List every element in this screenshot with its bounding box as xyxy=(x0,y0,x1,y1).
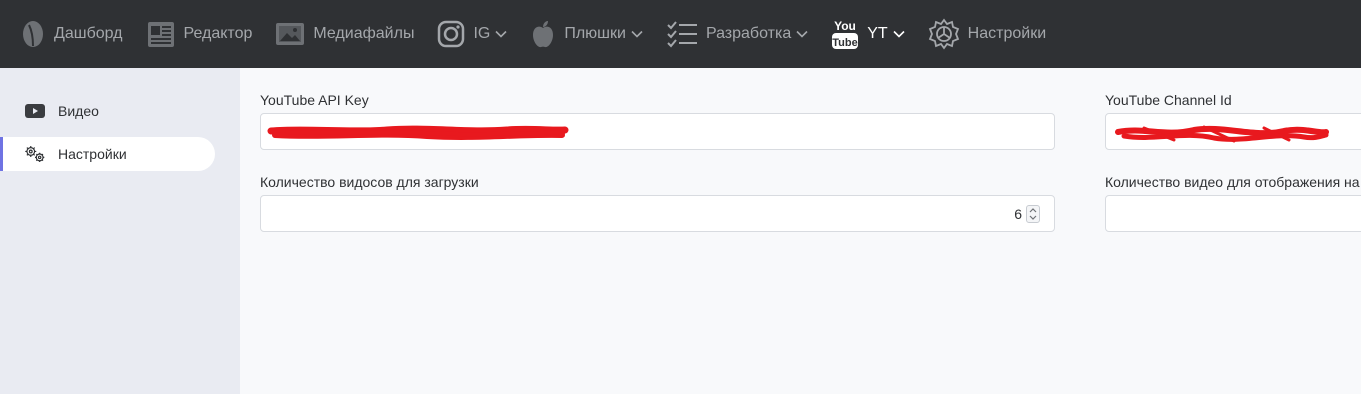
nav-item-label: Медиафайлы xyxy=(313,25,415,42)
top-navigation-bar: Дашборд Редактор Медиафайлы IG Плюшки Ра… xyxy=(0,0,1361,68)
download-count-label: Количество видосов для загрузки xyxy=(260,174,479,190)
youtube-logo-bottom: Tube xyxy=(832,37,857,49)
gears-icon xyxy=(24,143,46,165)
nav-item-development[interactable]: Разработка xyxy=(666,0,808,68)
nav-item-label: YT xyxy=(867,25,888,42)
sidebar-item-label: Видео xyxy=(58,103,99,119)
nav-item-media[interactable]: Медиафайлы xyxy=(275,0,414,68)
nav-item-yt[interactable]: You Tube YT xyxy=(831,0,905,68)
nav-item-perks[interactable]: Плюшки xyxy=(530,0,643,68)
nav-item-label: IG xyxy=(473,25,491,42)
nav-item-dashboard[interactable]: Дашборд xyxy=(20,0,123,68)
instagram-icon xyxy=(437,20,465,48)
nav-item-label: Разработка xyxy=(705,25,792,42)
redaction-scribble xyxy=(1115,125,1329,143)
nav-item-label: Плюшки xyxy=(564,25,626,42)
gear-icon xyxy=(928,18,960,50)
chevron-down-icon xyxy=(893,30,905,38)
nav-item-label: Дашборд xyxy=(54,25,123,42)
sidebar: Видео Настройки xyxy=(0,68,240,394)
nav-item-settings[interactable]: Настройки xyxy=(928,0,1046,68)
newspaper-icon xyxy=(146,19,176,49)
download-count-input[interactable]: 6 xyxy=(260,195,1055,232)
checklist-icon xyxy=(666,20,698,48)
number-spinner[interactable] xyxy=(1026,205,1040,223)
chevron-down-icon xyxy=(495,30,507,38)
download-count-value: 6 xyxy=(1014,206,1022,222)
nav-item-ig[interactable]: IG xyxy=(437,0,507,68)
image-icon xyxy=(275,21,305,47)
chevron-down-icon xyxy=(796,30,808,38)
nav-item-editor[interactable]: Редактор xyxy=(146,0,253,68)
chevron-down-icon xyxy=(631,30,643,38)
redaction-scribble xyxy=(267,125,569,140)
youtube-icon: You Tube xyxy=(831,18,859,50)
leaf-icon xyxy=(20,19,46,49)
display-count-input[interactable] xyxy=(1105,195,1361,232)
youtube-logo-top: You xyxy=(834,19,856,33)
api-key-input[interactable] xyxy=(260,113,1055,150)
nav-item-label: Редактор xyxy=(183,25,253,42)
display-count-label: Количество видео для отображения на с xyxy=(1105,174,1361,190)
channel-id-input[interactable] xyxy=(1105,113,1361,150)
nav-item-label: Настройки xyxy=(967,25,1047,42)
sidebar-item-label: Настройки xyxy=(58,146,127,162)
channel-id-label: YouTube Channel Id xyxy=(1105,92,1232,108)
sidebar-item-settings[interactable]: Настройки xyxy=(0,137,215,171)
settings-form: YouTube API Key YouTube Channel Id Колич… xyxy=(240,68,1361,394)
play-icon xyxy=(24,100,46,122)
sidebar-item-video[interactable]: Видео xyxy=(0,94,215,128)
api-key-label: YouTube API Key xyxy=(260,92,369,108)
apple-icon xyxy=(530,19,556,49)
spinner-arrows-icon xyxy=(1029,208,1037,220)
